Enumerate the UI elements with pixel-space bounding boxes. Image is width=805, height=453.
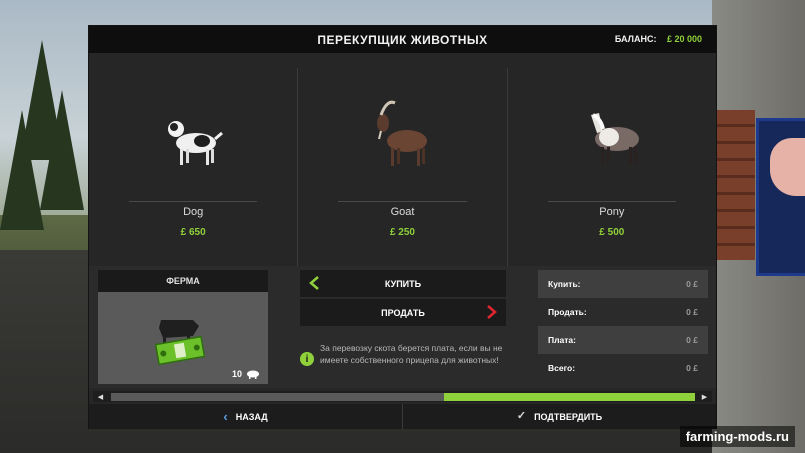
animal-name: Dog xyxy=(183,206,204,218)
summary-row-total: Всего: 0 £ xyxy=(538,354,708,382)
animal-card-goat[interactable]: Goat £ 250 xyxy=(298,68,508,278)
summary-label: Всего: xyxy=(548,363,576,373)
sell-label: ПРОДАТЬ xyxy=(381,307,425,318)
farm-title: ФЕРМА xyxy=(98,270,268,292)
animal-name: Pony xyxy=(599,206,625,218)
scroll-thumb[interactable] xyxy=(443,393,695,401)
tree xyxy=(40,90,84,210)
chevron-right-icon xyxy=(487,305,497,319)
dialog-header: ПЕРЕКУПЩИК ЖИВОТНЫХ БАЛАНС: £ 20 000 xyxy=(89,26,716,53)
summary-row-buy: Купить: 0 £ xyxy=(538,270,708,298)
animal-price: £ 500 xyxy=(599,227,625,238)
summary-row-sell: Продать: 0 £ xyxy=(538,298,708,326)
confirm-label: ПОДТВЕРДИТЬ xyxy=(534,411,603,422)
animal-price: £ 650 xyxy=(180,227,206,238)
cow-money-icon xyxy=(154,320,206,366)
summary-value: 0 £ xyxy=(686,307,698,317)
divider xyxy=(338,201,467,202)
info-icon: i xyxy=(300,352,314,366)
animal-dealer-dialog: ПЕРЕКУПЩИК ЖИВОТНЫХ БАЛАНС: £ 20 000 Dog… xyxy=(88,25,717,429)
divider xyxy=(129,201,258,202)
dialog-footer: ‹ НАЗАД ✓ ПОДТВЕРДИТЬ xyxy=(89,404,716,429)
scroll-left-icon[interactable]: ◀ xyxy=(95,391,106,402)
buy-button[interactable]: КУПИТЬ xyxy=(300,270,506,297)
confirm-button[interactable]: ✓ ПОДТВЕРДИТЬ xyxy=(402,404,716,429)
animal-list: Dog £ 650 Goat £ 250 Pony £ 500 xyxy=(89,68,716,278)
farm-slot[interactable]: 10 xyxy=(98,292,268,384)
animal-card-dog[interactable]: Dog £ 650 xyxy=(89,68,299,278)
summary-panel: Купить: 0 £ Продать: 0 £ Плата: 0 £ Всег… xyxy=(538,270,708,382)
farm-panel[interactable]: ФЕРМА 10 xyxy=(98,270,268,384)
brick-wall xyxy=(715,110,755,260)
chevron-left-icon xyxy=(309,276,319,290)
info-notice: i За перевозку скота берется плата, если… xyxy=(300,342,506,366)
pig-icon xyxy=(247,370,259,379)
check-icon: ✓ xyxy=(516,410,527,422)
animal-name: Goat xyxy=(390,206,415,218)
animal-card-pony[interactable]: Pony £ 500 xyxy=(508,68,716,278)
sell-button[interactable]: ПРОДАТЬ xyxy=(300,299,506,326)
scroll-track[interactable] xyxy=(111,393,695,401)
watermark: farming-mods.ru xyxy=(679,426,795,447)
summary-value: 0 £ xyxy=(686,363,698,373)
scroll-right-icon[interactable]: ▶ xyxy=(699,391,710,402)
balance-label: БАЛАНС: xyxy=(614,34,657,44)
horizontal-scrollbar[interactable]: ◀ ▶ xyxy=(93,391,712,402)
farm-count-value: 10 xyxy=(231,369,242,379)
summary-value: 0 £ xyxy=(686,335,698,345)
trade-panel: ФЕРМА 10 КУПИТЬ ПРОДАТЬ i За перевозку с… xyxy=(89,266,716,388)
actions-panel: КУПИТЬ ПРОДАТЬ i За перевозку скота бере… xyxy=(300,270,506,366)
farm-animal-count: 10 xyxy=(232,369,260,379)
dog-icon xyxy=(168,121,224,165)
buy-label: КУПИТЬ xyxy=(384,278,422,289)
back-button[interactable]: ‹ НАЗАД xyxy=(89,404,402,429)
balance-value: £ 20 000 xyxy=(666,34,702,44)
info-text: За перевозку скота берется плата, если в… xyxy=(320,343,503,365)
summary-row-fee: Плата: 0 £ xyxy=(538,326,708,354)
summary-label: Плата: xyxy=(548,335,576,345)
tree xyxy=(0,110,44,230)
summary-label: Купить: xyxy=(548,279,581,289)
back-label: НАЗАД xyxy=(235,411,268,422)
balance: БАЛАНС: £ 20 000 xyxy=(615,34,702,44)
summary-label: Продать: xyxy=(548,307,587,317)
divider xyxy=(547,201,676,202)
animal-price: £ 250 xyxy=(389,227,415,238)
dialog-title: ПЕРЕКУПЩИК ЖИВОТНЫХ xyxy=(317,32,488,47)
pony-icon xyxy=(590,113,639,165)
goat-icon xyxy=(377,100,428,166)
chevron-left-icon: ‹ xyxy=(223,409,228,424)
summary-value: 0 £ xyxy=(686,279,698,289)
